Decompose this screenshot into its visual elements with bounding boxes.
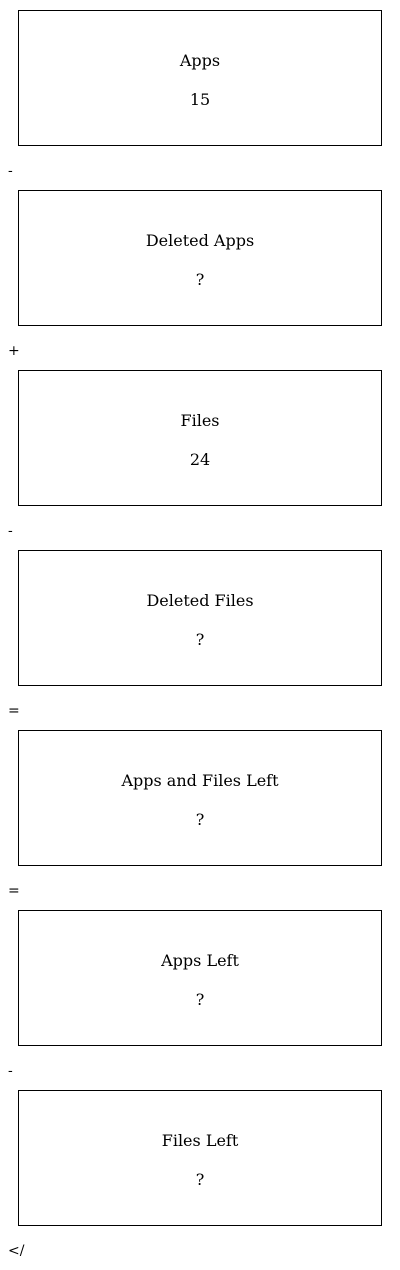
operator-row: =: [0, 686, 400, 730]
operator-equals: =: [8, 703, 20, 719]
operator-row: </: [0, 1226, 400, 1270]
operator-row: =: [0, 866, 400, 910]
box-value: 15: [189, 90, 211, 109]
box-deleted-apps: Deleted Apps ?: [18, 190, 382, 326]
operator-row: +: [0, 326, 400, 370]
box-title: Apps Left: [161, 951, 239, 970]
operator-row: -: [0, 506, 400, 550]
box-title: Deleted Files: [146, 591, 254, 610]
box-files: Files 24: [18, 370, 382, 506]
operator-row: -: [0, 1046, 400, 1090]
box-apps: Apps 15: [18, 10, 382, 146]
box-value: ?: [195, 630, 205, 649]
operator-minus: -: [8, 523, 13, 539]
box-files-left: Files Left ?: [18, 1090, 382, 1226]
box-title: Files: [180, 411, 220, 430]
operator-equals: =: [8, 883, 20, 899]
box-apps-and-files-left: Apps and Files Left ?: [18, 730, 382, 866]
operator-minus: -: [8, 163, 13, 179]
box-value: ?: [195, 990, 205, 1009]
box-value: ?: [195, 270, 205, 289]
box-value: ?: [195, 1170, 205, 1189]
box-title: Deleted Apps: [145, 231, 255, 250]
box-deleted-files: Deleted Files ?: [18, 550, 382, 686]
operator-trailing-text: </: [8, 1243, 25, 1259]
operator-minus: -: [8, 1063, 13, 1079]
box-value: 24: [189, 450, 211, 469]
box-apps-left: Apps Left ?: [18, 910, 382, 1046]
box-title: Apps: [179, 51, 221, 70]
box-title: Apps and Files Left: [121, 771, 279, 790]
box-title: Files Left: [161, 1131, 239, 1150]
equation-diagram: Apps 15 - Deleted Apps ? + Files 24 - De…: [0, 10, 400, 1270]
operator-row: -: [0, 146, 400, 190]
operator-plus: +: [8, 343, 20, 359]
box-value: ?: [195, 810, 205, 829]
